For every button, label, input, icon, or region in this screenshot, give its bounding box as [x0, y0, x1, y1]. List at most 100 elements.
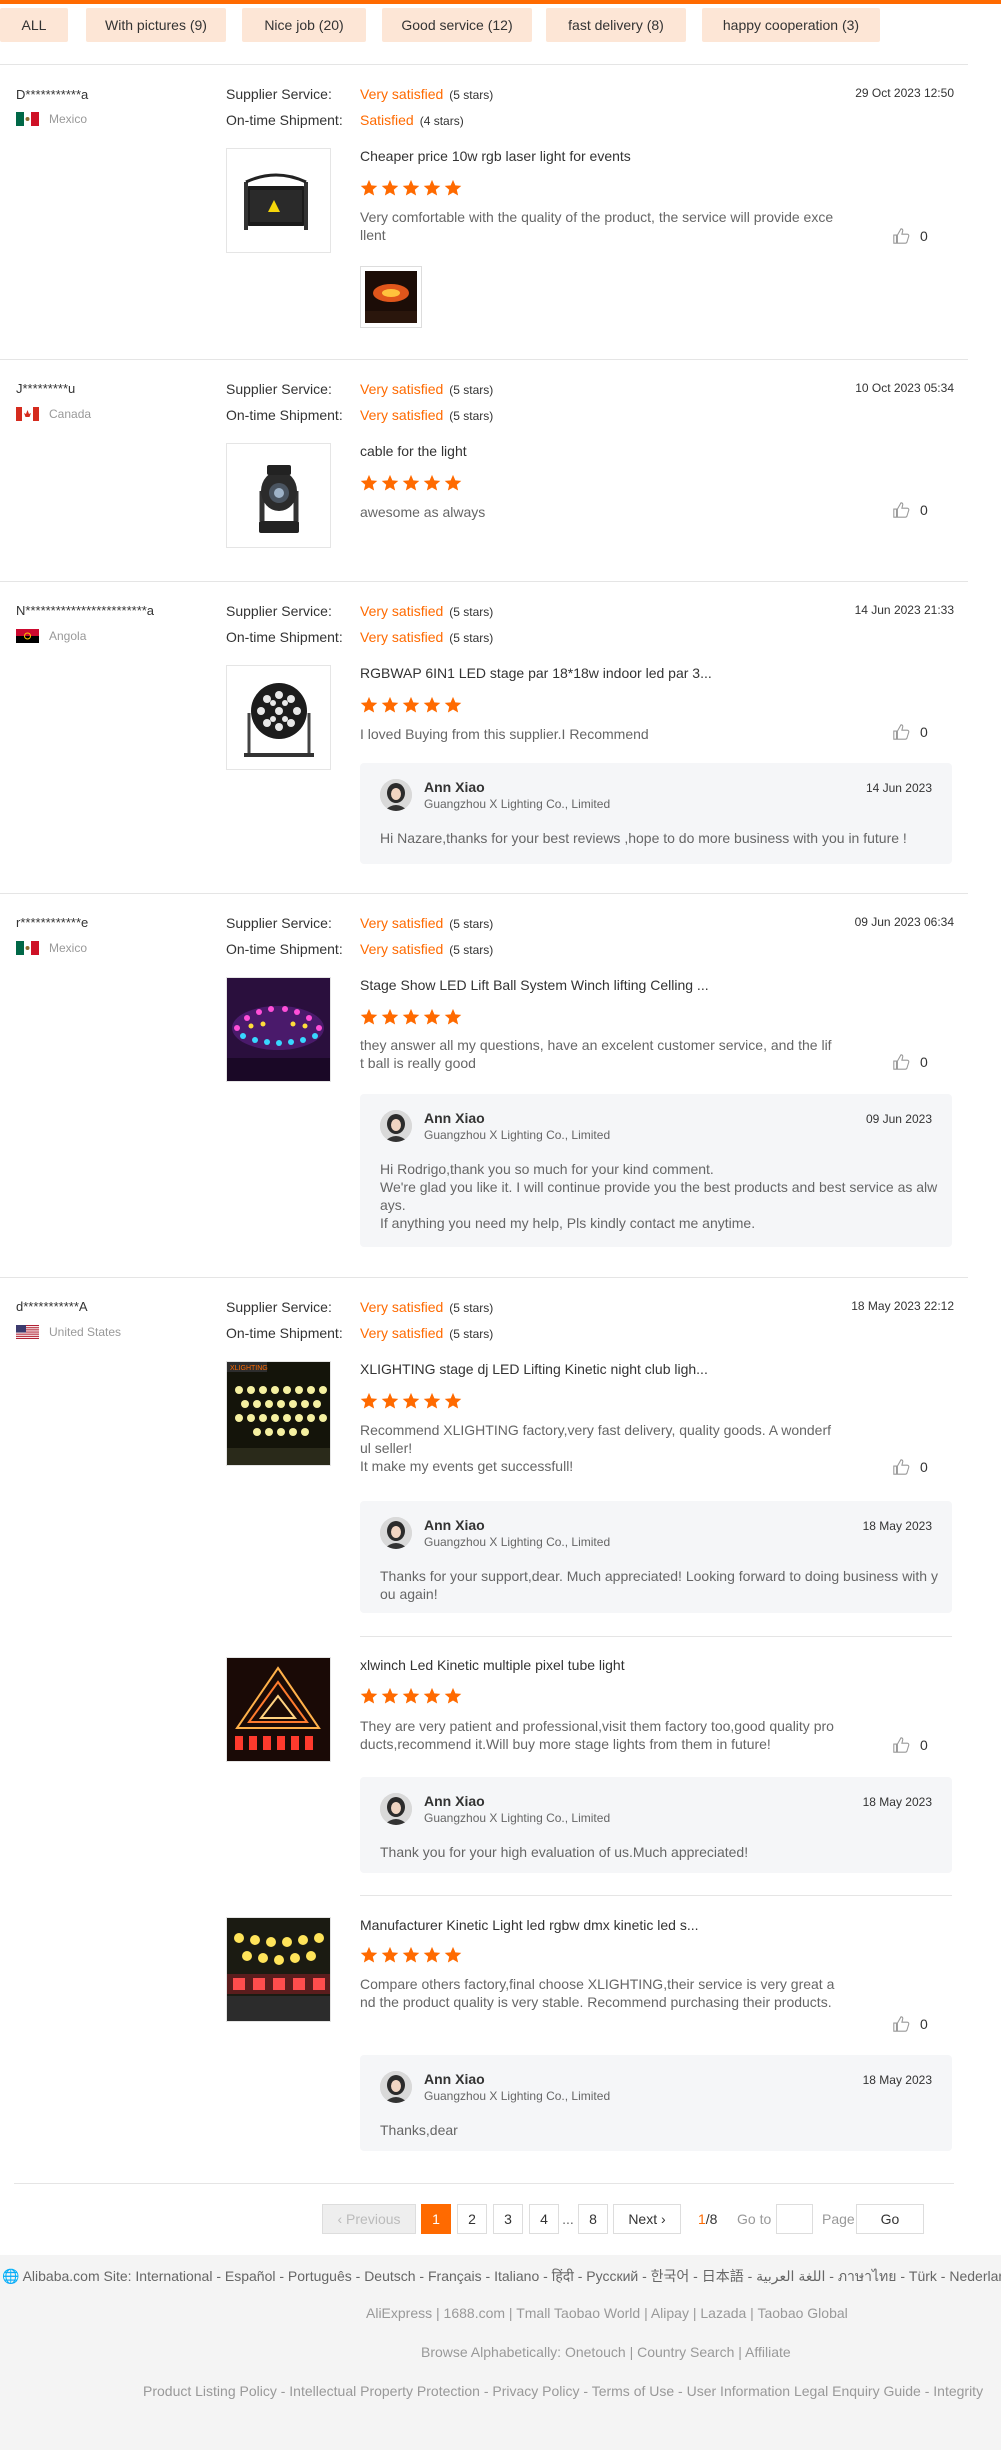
star-icon [381, 696, 399, 713]
footer-site-languages[interactable]: 🌐 Alibaba.com Site: International - Espa… [2, 2266, 1001, 2288]
product-title[interactable]: XLIGHTING stage dj LED Lifting Kinetic n… [360, 1361, 708, 1377]
product-image[interactable] [226, 443, 331, 548]
review-attached-photo[interactable] [360, 266, 422, 328]
star-icon [402, 1946, 420, 1963]
reply-date: 18 May 2023 [862, 2073, 932, 2087]
reviewer-country: Mexico [16, 941, 87, 955]
country-name: United States [49, 1325, 122, 1339]
product-title[interactable]: Manufacturer Kinetic Light led rgbw dmx … [360, 1917, 699, 1933]
product-title[interactable]: Stage Show LED Lift Ball System Winch li… [360, 977, 709, 993]
page-1-button[interactable]: 1 [421, 2204, 451, 2234]
star-icon [444, 1008, 462, 1025]
star-icon [360, 179, 378, 196]
review-card: d***********A United States Supplier Ser… [0, 1277, 968, 2183]
ontime-shipment-label: On-time Shipment: [226, 407, 343, 423]
supplier-reply: Ann Xiao Guangzhou X Lighting Co., Limit… [360, 1501, 952, 1613]
like-button[interactable]: 0 [892, 501, 928, 519]
reply-date: 14 Jun 2023 [865, 781, 932, 795]
reply-date: 09 Jun 2023 [865, 1112, 932, 1126]
star-icon [444, 1946, 462, 1963]
footer-browse-links[interactable]: Browse Alphabetically: Onetouch | Countr… [421, 2344, 791, 2360]
filter-with-pictures[interactable]: With pictures (9) [86, 8, 226, 42]
goto-page-input[interactable] [776, 2204, 813, 2234]
star-icon [423, 474, 441, 491]
supplier-service-label: Supplier Service: [226, 603, 332, 619]
avatar [380, 779, 412, 811]
star-icon [402, 179, 420, 196]
go-button[interactable]: Go [856, 2204, 924, 2234]
star-icon [423, 1946, 441, 1963]
product-star-rating [360, 179, 462, 197]
star-icon [381, 474, 399, 491]
like-button[interactable]: 0 [892, 1458, 928, 1476]
product-title[interactable]: cable for the light [360, 443, 467, 459]
supplier-service-label: Supplier Service: [226, 915, 332, 931]
star-icon [402, 696, 420, 713]
like-button[interactable]: 0 [892, 2015, 928, 2033]
filter-happy-cooperation[interactable]: happy cooperation (3) [702, 8, 880, 42]
star-icon [423, 696, 441, 713]
footer-policy-links[interactable]: Product Listing Policy - Intellectual Pr… [143, 2383, 983, 2399]
product-image[interactable] [226, 1657, 331, 1762]
reply-text: Hi Rodrigo,thank you so much for your ki… [380, 1161, 938, 1231]
filter-all[interactable]: ALL [0, 8, 68, 42]
star-icon [444, 696, 462, 713]
like-button[interactable]: 0 [892, 723, 928, 741]
next-page-button[interactable]: Next › [613, 2204, 681, 2234]
product-star-rating [360, 696, 462, 714]
product-title[interactable]: Cheaper price 10w rgb laser light for ev… [360, 148, 631, 164]
filter-fast-delivery[interactable]: fast delivery (8) [546, 8, 686, 42]
review-card: N************************a Angola Suppli… [0, 581, 968, 893]
reply-text: Hi Nazare,thanks for your best reviews ,… [380, 830, 907, 846]
star-icon [444, 474, 462, 491]
product-image[interactable] [226, 148, 331, 253]
product-title[interactable]: RGBWAP 6IN1 LED stage par 18*18w indoor … [360, 665, 712, 681]
angola-flag-icon [16, 629, 39, 643]
star-icon [402, 1392, 420, 1409]
reviewer-name: d***********A [16, 1299, 88, 1314]
reply-author: Ann Xiao [424, 1110, 485, 1126]
reviewer-country: Mexico [16, 112, 87, 126]
country-name: Angola [49, 629, 87, 643]
page-3-button[interactable]: 3 [493, 2204, 523, 2234]
thumbs-up-icon [893, 724, 910, 740]
pagination: ‹ Previous 1 2 3 4 ... 8 Next › 1/8 Go t… [0, 2204, 1001, 2236]
supplier-service-rating: Very satisfied (5 stars) [360, 603, 494, 619]
supplier-reply: Ann Xiao Guangzhou X Lighting Co., Limit… [360, 2055, 952, 2151]
star-icon [444, 1392, 462, 1409]
ontime-shipment-label: On-time Shipment: [226, 112, 343, 128]
page-2-button[interactable]: 2 [457, 2204, 487, 2234]
review-card: r************e Mexico Supplier Service: … [0, 893, 968, 1277]
star-icon [444, 1687, 462, 1704]
filter-good-service[interactable]: Good service (12) [382, 8, 532, 42]
product-image[interactable] [226, 665, 331, 770]
like-button[interactable]: 0 [892, 1736, 928, 1754]
supplier-service-label: Supplier Service: [226, 1299, 332, 1315]
canada-flag-icon [16, 407, 39, 421]
avatar [380, 2071, 412, 2103]
ontime-shipment-rating: Very satisfied (5 stars) [360, 1325, 494, 1341]
previous-page-button[interactable]: ‹ Previous [322, 2204, 416, 2234]
reply-text: Thanks for your support,dear. Much appre… [380, 1568, 938, 1602]
supplier-reply: Ann Xiao Guangzhou X Lighting Co., Limit… [360, 763, 952, 864]
footer-group-links[interactable]: AliExpress | 1688.com | Tmall Taobao Wor… [366, 2305, 848, 2321]
like-button[interactable]: 0 [892, 227, 928, 245]
usa-flag-icon [16, 1325, 39, 1339]
thumbs-up-icon [893, 228, 910, 244]
star-icon [360, 474, 378, 491]
supplier-service-label: Supplier Service: [226, 381, 332, 397]
footer: 🌐 Alibaba.com Site: International - Espa… [0, 2255, 1001, 2450]
product-image[interactable] [226, 977, 331, 1082]
avatar [380, 1517, 412, 1549]
product-title[interactable]: xlwinch Led Kinetic multiple pixel tube … [360, 1657, 625, 1673]
reply-date: 18 May 2023 [862, 1795, 932, 1809]
supplier-reply: Ann Xiao Guangzhou X Lighting Co., Limit… [360, 1094, 952, 1247]
filter-nice-job[interactable]: Nice job (20) [242, 8, 366, 42]
page-4-button[interactable]: 4 [529, 2204, 559, 2234]
product-image[interactable] [226, 1917, 331, 2022]
page-8-button[interactable]: 8 [578, 2204, 608, 2234]
like-button[interactable]: 0 [892, 1053, 928, 1071]
review-date: 10 Oct 2023 05:34 [855, 381, 954, 395]
product-image[interactable]: XLIGHTING [226, 1361, 331, 1466]
divider [360, 1636, 952, 1637]
